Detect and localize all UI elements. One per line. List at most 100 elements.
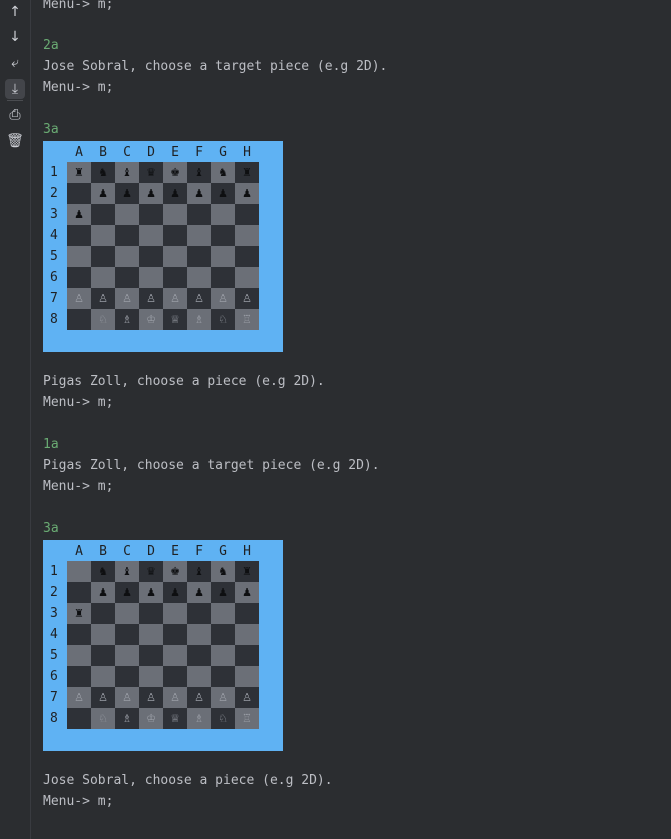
board-square: ♟	[139, 582, 163, 603]
column-label: H	[243, 544, 251, 559]
board-square	[67, 708, 91, 729]
board-square: ♟	[211, 183, 235, 204]
console-line: Menu-> m;	[43, 794, 114, 809]
board-square: ♙	[139, 288, 163, 309]
board-square	[67, 582, 91, 603]
board-square: ♝	[115, 561, 139, 582]
board-square: ♟	[67, 204, 91, 225]
board-square: ♝	[187, 162, 211, 183]
row-label: 2	[50, 585, 58, 600]
board-square: ♔	[139, 309, 163, 330]
console-output: Menu-> m; 2a Jose Sobral, choose a targe…	[43, 0, 671, 839]
column-label: F	[195, 544, 203, 559]
column-label: G	[219, 145, 227, 160]
board-square: ♟	[163, 183, 187, 204]
column-label: B	[99, 145, 107, 160]
row-label: 1	[50, 564, 58, 579]
board-square: ♘	[211, 708, 235, 729]
column-label: A	[75, 544, 83, 559]
board-square	[187, 666, 211, 687]
column-label: F	[195, 145, 203, 160]
board-square: ♝	[115, 162, 139, 183]
board-square: ♚	[163, 162, 187, 183]
board-square: ♙	[163, 288, 187, 309]
board-square	[67, 267, 91, 288]
console-line: 3a	[43, 122, 59, 137]
console-line: Pigas Zoll, choose a target piece (e.g 2…	[43, 458, 380, 473]
up-arrow-icon[interactable]: ↑	[5, 2, 25, 22]
board-square	[187, 204, 211, 225]
board-square: ♞	[211, 162, 235, 183]
board-square: ♕	[163, 708, 187, 729]
column-header: A B C D E F G H	[67, 145, 259, 160]
column-label: H	[243, 145, 251, 160]
board-square	[211, 645, 235, 666]
board-square	[163, 225, 187, 246]
column-label: C	[123, 145, 131, 160]
board-square	[91, 603, 115, 624]
console-line: Menu-> m;	[43, 0, 114, 12]
board-square: ♙	[187, 288, 211, 309]
board-square	[91, 267, 115, 288]
board-square: ♞	[91, 162, 115, 183]
board-square	[187, 246, 211, 267]
board-square	[67, 645, 91, 666]
row-label: 7	[50, 291, 58, 306]
board-square: ♔	[139, 708, 163, 729]
board-square: ♙	[187, 687, 211, 708]
scroll-to-end-icon[interactable]: ⤓	[5, 79, 25, 99]
board-square: ♖	[235, 309, 259, 330]
board-square: ♖	[235, 708, 259, 729]
board-square: ♙	[163, 687, 187, 708]
row-label: 6	[50, 669, 58, 684]
board-square	[235, 267, 259, 288]
console-line: Jose Sobral, choose a piece (e.g 2D).	[43, 773, 333, 788]
board-square: ♙	[235, 687, 259, 708]
row-label: 3	[50, 606, 58, 621]
board-square: ♕	[163, 309, 187, 330]
row-label: 6	[50, 270, 58, 285]
board-square	[139, 204, 163, 225]
board-square: ♙	[211, 687, 235, 708]
board-square: ♘	[211, 309, 235, 330]
board-square	[163, 204, 187, 225]
trash-icon[interactable]: 🗑	[5, 131, 25, 151]
board-square	[115, 603, 139, 624]
soft-wrap-icon[interactable]: ⤶	[5, 53, 25, 73]
board-square: ♟	[115, 582, 139, 603]
board-square: ♟	[211, 582, 235, 603]
row-label: 5	[50, 648, 58, 663]
console-toolbar: ↑ ↓ ⤶ ⤓ ⎙ 🗑	[0, 0, 31, 839]
board-square: ♙	[211, 288, 235, 309]
board-square	[163, 624, 187, 645]
board-square	[211, 603, 235, 624]
board-square	[211, 246, 235, 267]
row-label: 8	[50, 312, 58, 327]
board-square: ♟	[91, 582, 115, 603]
board-square: ♚	[163, 561, 187, 582]
board-square	[139, 645, 163, 666]
board-square	[211, 225, 235, 246]
console-line: Menu-> m;	[43, 395, 114, 410]
board-square	[235, 645, 259, 666]
print-icon[interactable]: ⎙	[5, 105, 25, 125]
board-square	[211, 204, 235, 225]
board-square	[91, 624, 115, 645]
board-square	[67, 225, 91, 246]
board-square: ♟	[115, 183, 139, 204]
row-label: 8	[50, 711, 58, 726]
column-label: A	[75, 145, 83, 160]
row-label: 4	[50, 228, 58, 243]
column-label: E	[171, 544, 179, 559]
board-square	[235, 624, 259, 645]
down-arrow-icon[interactable]: ↓	[5, 27, 25, 47]
board-square	[67, 309, 91, 330]
board-square	[115, 645, 139, 666]
board-square	[139, 225, 163, 246]
column-label: C	[123, 544, 131, 559]
board-square: ♜	[235, 561, 259, 582]
row-label: 7	[50, 690, 58, 705]
toolbar-separator	[7, 100, 23, 101]
board-square	[235, 603, 259, 624]
board-square	[163, 246, 187, 267]
